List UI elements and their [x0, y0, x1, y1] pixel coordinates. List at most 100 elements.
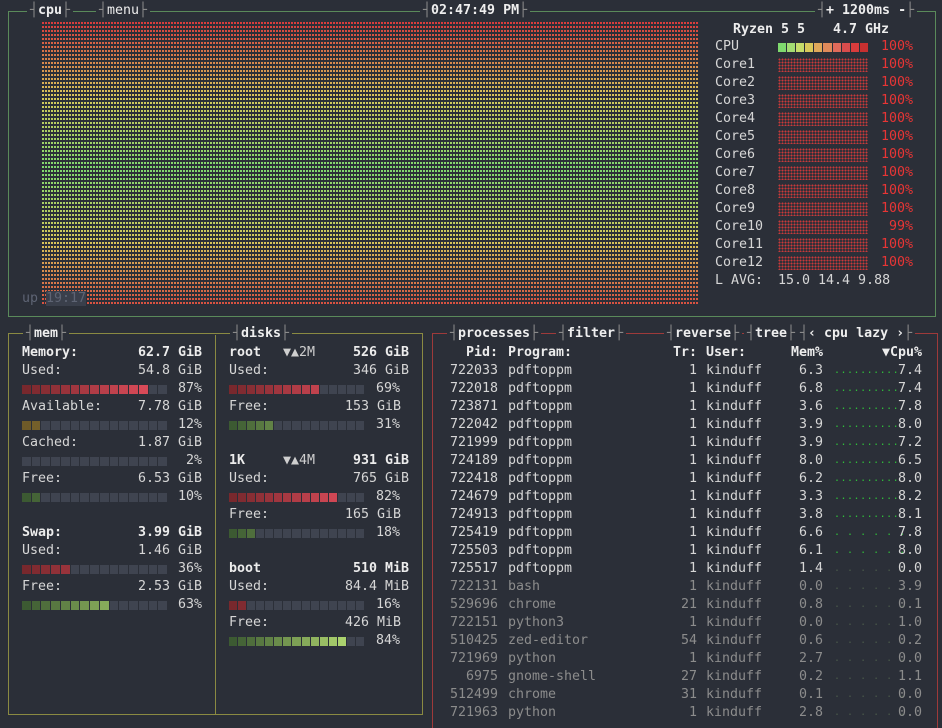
process-mem: 2.8	[798, 705, 823, 720]
process-row[interactable]: 721969 python 1 kinduff 2.7. . . . . . 0.0	[432, 650, 936, 668]
disk-name: boot	[229, 561, 262, 576]
process-program: chrome	[508, 687, 557, 702]
process-row[interactable]: 512499 chrome 31 kinduff 0.1. . . . . . 0.0	[432, 686, 936, 704]
core-label: Core7	[715, 165, 756, 180]
meter-cell	[80, 601, 90, 610]
sort-prev-icon[interactable]: ‹	[808, 326, 816, 341]
tree-toggle[interactable]: ┤tree├	[744, 325, 799, 343]
core-usage-graph	[778, 58, 868, 72]
meter-cell	[41, 565, 51, 574]
process-row[interactable]: 721963 python 1 kinduff 2.8. . . . . . 0.0	[432, 704, 936, 722]
cpu-graph-band	[42, 106, 698, 110]
process-mem: 3.9	[798, 417, 823, 432]
disk-used-value: 84.4 MiB	[344, 579, 409, 594]
column-header-threads[interactable]: Tr:	[640, 344, 697, 362]
mem-panel-title[interactable]: ┤mem├	[23, 325, 70, 343]
cpu-graph-band	[42, 254, 698, 258]
disk-total: 526 GiB	[352, 345, 409, 360]
meter-cell	[129, 493, 138, 502]
cpu-graph-band	[42, 74, 698, 78]
cpu-graph-band	[42, 290, 698, 294]
processes-panel-title[interactable]: ┤processes├	[447, 325, 542, 343]
disks-panel-title[interactable]: ┤disks├	[230, 325, 293, 343]
meter-cell	[41, 421, 51, 430]
process-row[interactable]: 724189 pdftoppm 1 kinduff 8.0.......... 6.5	[432, 452, 936, 470]
process-row[interactable]: 722418 pdftoppm 1 kinduff 6.2.......... 8.0	[432, 470, 936, 488]
meter-cell	[256, 421, 265, 430]
disk-used-percent: 69%	[375, 381, 400, 396]
menu-button[interactable]: ┤menu├	[96, 2, 151, 20]
filter-button[interactable]: ┤filter├	[556, 325, 627, 343]
process-row[interactable]: 529696 chrome 21 kinduff 0.8. . . . . . 0.1	[432, 596, 936, 614]
column-header-mem[interactable]: Mem%	[770, 344, 823, 362]
cpu-graph-band	[42, 46, 698, 50]
process-row[interactable]: 725419 pdftoppm 1 kinduff 6.6. . . . . . 7.8	[432, 524, 936, 542]
core-usage-graph	[778, 220, 868, 234]
process-row[interactable]: 722042 pdftoppm 1 kinduff 3.9.......... 8.0	[432, 416, 936, 434]
meter-cell	[129, 421, 138, 430]
swap-used-meter	[22, 565, 168, 574]
column-header-program[interactable]: Program:	[508, 344, 572, 362]
cpu-graph-band	[42, 162, 698, 166]
meter-cell	[274, 637, 283, 646]
sort-mode-selector[interactable]: ┤‹ cpu lazy ›├	[797, 325, 916, 343]
reverse-toggle[interactable]: ┤reverse├	[664, 325, 743, 343]
meter-cell	[328, 493, 337, 502]
process-threads: 1	[688, 453, 697, 468]
process-row[interactable]: 722033 pdftoppm 1 kinduff 6.3.......... 7.4	[432, 362, 936, 380]
meter-cell	[337, 421, 346, 430]
disk-name: 1K	[229, 453, 246, 468]
meter-cell	[274, 421, 283, 430]
refresh-rate-control[interactable]: ┤+ 1200ms -├	[815, 2, 918, 20]
process-threads: 1	[688, 561, 697, 576]
cpu-graph-band	[42, 218, 698, 222]
process-row[interactable]: 510425 zed-editor 54 kinduff 0.6. . . . . .0…	[432, 632, 936, 650]
meter-cell	[51, 601, 60, 610]
process-row[interactable]: 722131 bash 1 kinduff 0.0. . . . . . 3.9	[432, 578, 936, 596]
memory-total: 62.7 GiB	[137, 345, 202, 360]
process-row[interactable]: 6975 gnome-shell 27 kinduff 0.2. . . . . . 1.…	[432, 668, 936, 686]
process-threads: 1	[688, 525, 697, 540]
disk-used-label: Used:	[229, 471, 270, 486]
cpu-graph-band	[42, 190, 698, 194]
column-header-user[interactable]: User:	[706, 344, 746, 362]
cpu-graph-band	[42, 86, 698, 90]
meter-cell	[129, 601, 138, 610]
cpu-graph-band	[42, 202, 698, 206]
meter-cell	[60, 493, 70, 502]
meter-cell	[238, 385, 247, 394]
process-row[interactable]: 724679 pdftoppm 1 kinduff 3.3.......... 8.2	[432, 488, 936, 506]
process-row[interactable]: 724913 pdftoppm 1 kinduff 3.8.......... 8.1	[432, 506, 936, 524]
disk-free-value: 426 MiB	[344, 615, 401, 630]
meter-cell	[41, 457, 51, 466]
core-usage-graph	[778, 166, 868, 180]
process-row[interactable]: 725503 pdftoppm 1 kinduff 6.1. . . . . . 8.0	[432, 542, 936, 560]
cpu-graph-band	[42, 302, 698, 306]
process-row[interactable]: 722151 python3 1 kinduff 0.0. . . . . . 1.0	[432, 614, 936, 632]
process-row[interactable]: 723871 pdftoppm 1 kinduff 3.6.......... 7.8	[432, 398, 936, 416]
process-mem: 0.0	[798, 579, 823, 594]
meter-cell	[31, 565, 41, 574]
meter-cell	[265, 601, 274, 610]
cpu-total-label: CPU	[715, 39, 740, 54]
process-cpu: 7.4	[897, 363, 922, 378]
process-user: kinduff	[706, 633, 763, 648]
sort-next-icon[interactable]: ›	[896, 326, 904, 341]
process-row[interactable]: 722018 pdftoppm 1 kinduff 6.8.......... 7.4	[432, 380, 936, 398]
process-pid: 725503	[449, 543, 498, 558]
cpu-graph-band	[42, 214, 698, 218]
mem-cached-percent: 2%	[185, 453, 202, 468]
column-header-pid[interactable]: Pid:	[432, 344, 498, 362]
process-row[interactable]: 725517 pdftoppm 1 kinduff 1.4. . . . . . 0.0	[432, 560, 936, 578]
meter-cell	[99, 601, 109, 610]
cpu-model: Ryzen 5 5	[733, 22, 806, 37]
process-user: kinduff	[706, 579, 763, 594]
meter-cell	[301, 493, 310, 502]
process-user: kinduff	[706, 597, 763, 612]
process-row[interactable]: 721999 pdftoppm 1 kinduff 3.9.......... 7.2	[432, 434, 936, 452]
cpu-graph-band	[42, 142, 698, 146]
cpu-graph-band	[42, 122, 698, 126]
column-header-cpu[interactable]: ▼Cpu%	[860, 344, 922, 362]
cpu-graph-band	[42, 26, 698, 30]
core-usage-graph	[778, 148, 868, 162]
